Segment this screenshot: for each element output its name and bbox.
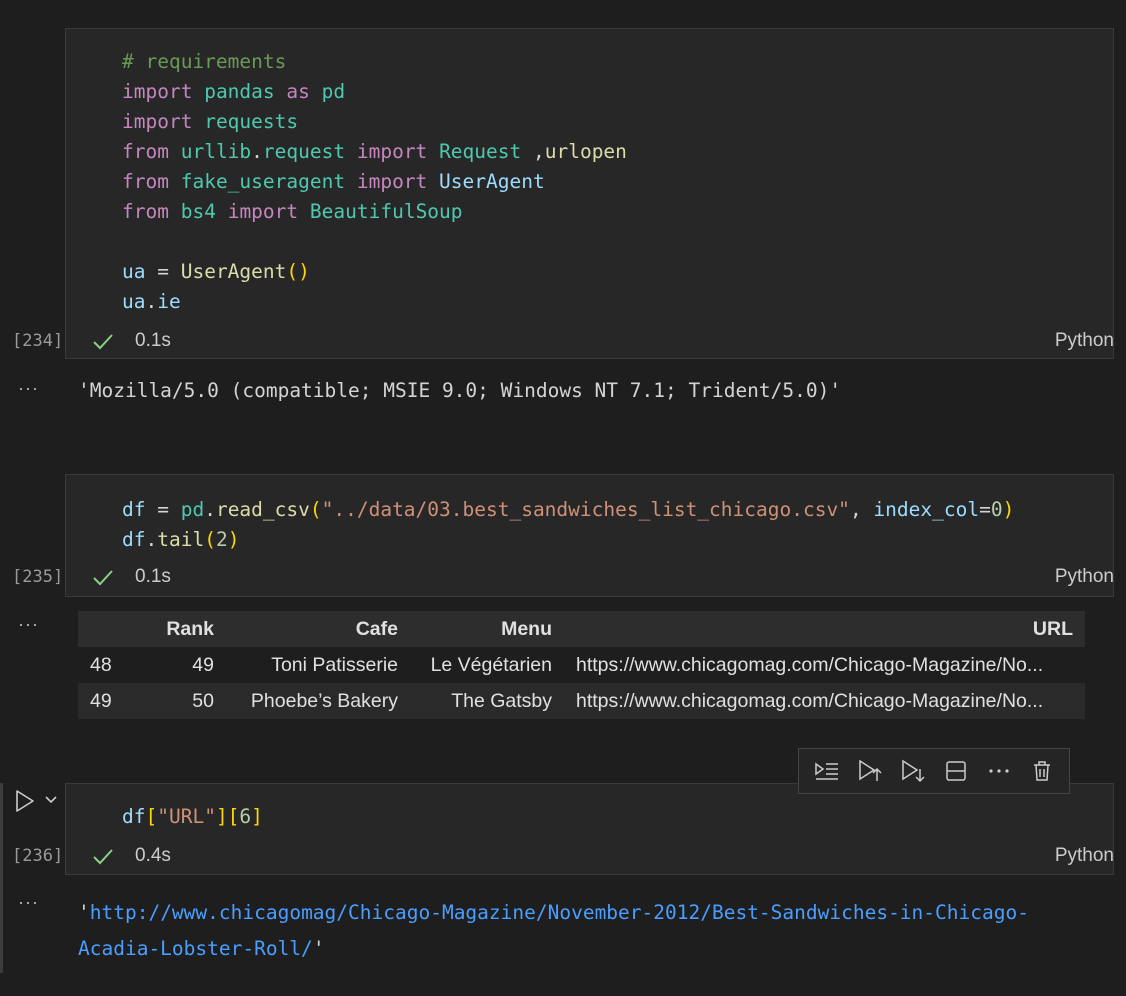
table-cell: 50	[142, 683, 226, 719]
delete-icon[interactable]	[1025, 754, 1059, 788]
cell-toolbar	[798, 748, 1070, 794]
table-cell: 48	[90, 653, 112, 676]
code-cell-1[interactable]: # requirements import pandas as pd impor…	[65, 28, 1114, 359]
code-editor-1[interactable]: # requirements import pandas as pd impor…	[122, 47, 627, 317]
output-more-icon[interactable]: ···	[18, 892, 39, 913]
run-above-icon[interactable]	[853, 754, 887, 788]
output-more-icon[interactable]: ···	[18, 614, 39, 635]
table-header: URL	[564, 611, 1085, 647]
table-row: 48 49 Toni Patisserie Le Végétarien http…	[78, 647, 1085, 683]
execution-duration: 0.1s	[135, 566, 171, 587]
table-cell: The Gatsby	[410, 683, 564, 719]
code-cell-2[interactable]: df = pd.read_csv("../data/03.best_sandwi…	[65, 474, 1114, 597]
table-header-row: Rank Cafe Menu URL	[78, 611, 1085, 647]
checkmark-icon	[93, 849, 113, 865]
table-header: Cafe	[226, 611, 410, 647]
split-cell-icon[interactable]	[939, 754, 973, 788]
table-cell: Toni Patisserie	[271, 653, 398, 676]
table-cell: 49	[192, 653, 214, 676]
cell-language[interactable]: Python	[1055, 845, 1114, 867]
table-header: Rank	[142, 611, 226, 647]
execution-duration: 0.4s	[135, 845, 171, 866]
output-url-link-line2[interactable]: Acadia-Lobster-Roll/	[78, 937, 313, 960]
table-cell: https://www.chicagomag.com/Chicago-Magaz…	[564, 683, 1085, 719]
run-below-icon[interactable]	[896, 754, 930, 788]
cell-language[interactable]: Python	[1055, 330, 1114, 352]
table-cell: https://www.chicagomag.com/Chicago-Magaz…	[576, 653, 1044, 676]
execution-count: [236]	[12, 846, 64, 866]
chevron-down-icon[interactable]	[44, 795, 58, 805]
cell-language[interactable]: Python	[1055, 566, 1114, 588]
quote-open: '	[78, 901, 90, 924]
table-header	[78, 611, 142, 647]
execution-count: [235]	[12, 567, 64, 587]
output-more-icon[interactable]: ···	[18, 378, 39, 399]
execution-count: [234]	[12, 331, 64, 351]
table-cell: Phoebe’s Bakery	[226, 683, 410, 719]
quote-close: '	[312, 937, 325, 960]
checkmark-icon	[93, 570, 113, 586]
execution-duration: 0.1s	[135, 330, 171, 351]
table-row: 49 50 Phoebe’s Bakery The Gatsby https:/…	[78, 683, 1085, 719]
dataframe-table: Rank Cafe Menu URL 48 49 Toni Patisserie…	[78, 611, 1085, 719]
code-cell-3[interactable]: df["URL"][6]	[65, 783, 1114, 875]
checkmark-icon	[93, 334, 113, 350]
more-icon[interactable]	[982, 754, 1016, 788]
table-cell: Le Végétarien	[430, 653, 552, 676]
run-icon[interactable]	[14, 789, 36, 813]
execute-above-icon[interactable]	[810, 754, 844, 788]
output-url-link-line1[interactable]: http://www.chicagomag/Chicago-Magazine/N…	[90, 901, 1029, 924]
output-link-text: 'http://www.chicagomag/Chicago-Magazine/…	[78, 895, 1029, 967]
table-cell: 49	[78, 683, 142, 719]
code-editor-3[interactable]: df["URL"][6]	[122, 802, 263, 832]
table-header: Menu	[410, 611, 564, 647]
cell-focus-indicator	[0, 783, 3, 973]
output-text: 'Mozilla/5.0 (compatible; MSIE 9.0; Wind…	[78, 379, 842, 402]
code-editor-2[interactable]: df = pd.read_csv("../data/03.best_sandwi…	[122, 495, 1014, 555]
